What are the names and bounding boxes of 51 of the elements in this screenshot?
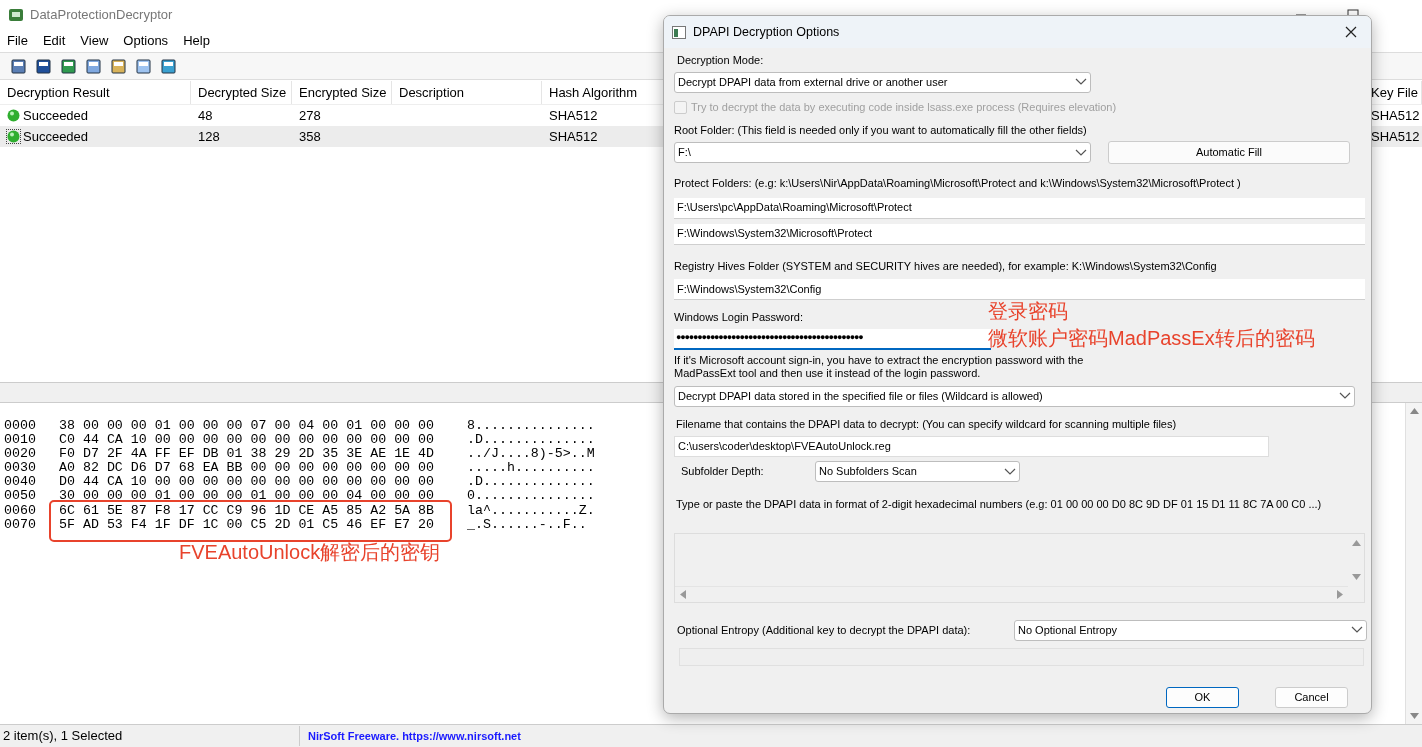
field-label: Filename that contains the DPAPI data to decrypt: (You can specify wildcard for scanning multiple files) <box>676 416 1177 432</box>
hex-bytes: D0 44 CA 10 00 00 00 00 00 00 00 00 00 00 00 00 <box>59 475 436 490</box>
hex-bytes: 30 00 00 00 01 00 00 00 01 00 00 00 04 00 00 00 <box>59 489 436 504</box>
ascii-text: 8............... <box>467 419 595 434</box>
hex-bytes: F0 D7 2F 4A FF EF DB 01 38 29 2D 35 3E AE 1E 4D <box>59 447 436 462</box>
table-cell-text: SHA512 <box>1371 106 1420 125</box>
hex-offset: 0050 <box>4 489 37 504</box>
field-label: Type or paste the DPAPI data in format of 2-digit hexadecimal numbers (e.g: 01 00 00 00 D0 8C 9D DF 01 15 D1 11 8C 7A 00 C0 ...) <box>676 497 1322 512</box>
hex-bytes: A0 82 DC D6 D7 68 EA BB 00 00 00 00 00 00 00 00 <box>59 461 436 476</box>
dialog-title: DPAPI Decryption Options <box>693 23 840 41</box>
ascii-text: .D.............. <box>467 433 595 448</box>
table-cell-text: SHA512 <box>549 106 598 125</box>
ascii-text: ../J....8)-5>..M <box>467 447 595 462</box>
status-text: 2 item(s), 1 Selected <box>0 726 300 746</box>
table-cell-text: SHA512 <box>549 127 598 146</box>
ascii-text: _.S......-..F.. <box>467 517 587 532</box>
hex-offset: 0070 <box>4 517 37 532</box>
ascii-text: la^...........Z. <box>467 503 595 518</box>
field-label: Subfolder Depth: <box>680 464 765 480</box>
table-cell-text: 278 <box>299 106 321 125</box>
field-label: Windows Login Password: <box>674 310 803 325</box>
field-label: Registry Hives Folder (SYSTEM and SECURITY hives are needed), for example: K:\Windows\System32\Config <box>674 258 1217 274</box>
hex-offset: 0020 <box>4 447 37 462</box>
annotation-text: 登录密码 <box>988 299 1068 323</box>
table-cell-text: 128 <box>198 127 220 146</box>
hex-bytes: 6C 61 5E 87 F8 17 CC C9 96 1D CE A5 85 A2 5A 8B <box>59 503 436 518</box>
ascii-text: .D.............. <box>467 475 595 490</box>
annotation-text: 微软账户密码MadPassEx转后的密码 <box>988 326 1315 350</box>
window-title: DataProtectionDecryptor <box>30 6 173 25</box>
table-cell-text: 48 <box>198 106 213 125</box>
checkbox-label: Try to decrypt the data by executing code inside lsass.exe process (Requires elevation) <box>691 100 1117 116</box>
table-cell-text: SHA512 <box>1371 127 1420 146</box>
table-cell-text: Succeeded <box>23 127 89 146</box>
field-label: Protect Folders: (e.g: k:\Users\Nir\AppData\Roaming\Microsoft\Protect and k:\Windows\System32\Microsoft\Protect ) <box>674 176 1241 191</box>
field-label: Root Folder: (This field is needed only if you want to automatically fill the other fields) <box>674 122 1087 138</box>
hex-bytes: 5F AD 53 F4 1F DF 1C 00 C5 2D 01 C5 46 EF E7 20 <box>59 517 436 532</box>
ascii-text: .....h.......... <box>467 461 595 476</box>
table-cell-text: 358 <box>299 127 321 146</box>
hex-offset: 0060 <box>4 503 37 518</box>
hex-bytes: C0 44 CA 10 00 00 00 00 00 00 00 00 00 00 00 00 <box>59 433 436 448</box>
hex-offset: 0000 <box>4 419 37 434</box>
hex-bytes: 38 00 00 00 01 00 00 00 07 00 04 00 01 00 00 00 <box>59 419 436 434</box>
table-cell-text: Succeeded <box>23 106 89 125</box>
field-label: Decryption Mode: <box>677 53 764 68</box>
hex-offset: 0040 <box>4 475 37 490</box>
hint-text: If it's Microsoft account sign-in, you have to extract the encryption password with the MadPassExt tool and then use it instead of the login password. <box>674 353 1085 380</box>
hex-offset: 0010 <box>4 433 37 448</box>
annotation-text: FVEAutoUnlock解密后的密钥 <box>179 540 441 564</box>
hex-offset: 0030 <box>4 461 37 476</box>
ascii-text: 0............... <box>467 489 595 504</box>
field-label: Optional Entropy (Additional key to decrypt the DPAPI data): <box>677 622 971 638</box>
